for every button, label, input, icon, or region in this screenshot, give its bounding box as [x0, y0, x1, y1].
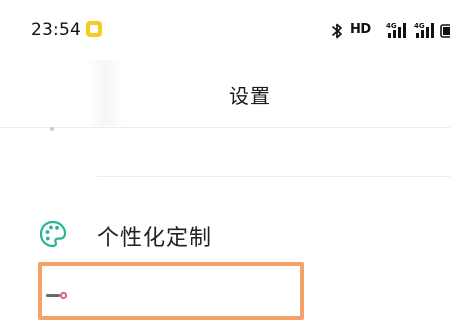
settings-item-personalization[interactable]: 个性化定制 — [0, 207, 450, 259]
battery-icon — [440, 23, 450, 38]
list-divider — [97, 176, 450, 177]
header-divider — [0, 127, 450, 128]
page-title: 设置 — [229, 84, 271, 108]
palette-icon — [38, 219, 68, 249]
svg-text:4G: 4G — [414, 22, 425, 30]
notes-app-icon — [86, 21, 102, 37]
settings-item-label: 个性化定制 — [97, 226, 213, 251]
svg-text:4G: 4G — [386, 22, 397, 30]
signal-4g-icon: 4G — [386, 21, 410, 39]
scroll-indicator — [50, 127, 54, 131]
signal-4g-icon: 4G — [414, 21, 438, 39]
clock-time: 23:54 — [31, 20, 81, 40]
hd-voice-label: HD — [350, 22, 371, 37]
bluetooth-icon — [331, 22, 343, 40]
highlight-annotation-box — [38, 262, 304, 320]
status-bar: 23:54 HD 4G 4G — [0, 0, 450, 60]
